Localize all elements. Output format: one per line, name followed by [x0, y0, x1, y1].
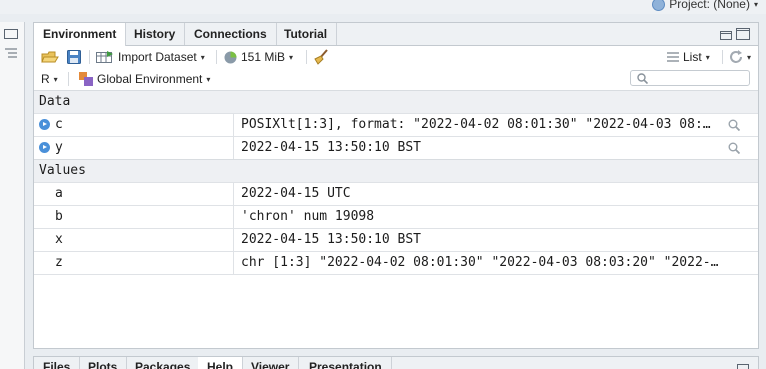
values-section-header: Values	[34, 159, 758, 182]
tab-environment[interactable]: Environment	[34, 23, 127, 46]
refresh-button[interactable]: ▾	[729, 46, 751, 68]
tab-packages[interactable]: Packages	[126, 357, 201, 369]
top-strip	[0, 0, 766, 14]
files-pane: Files Plots Packages Help Viewer Present…	[33, 356, 759, 369]
variable-value: 2022-04-15 13:50:10 BST	[241, 232, 422, 247]
variable-name: a	[55, 186, 63, 201]
environment-bar: R ▾ Global Environment ▾	[34, 68, 758, 90]
view-data-icon[interactable]	[728, 119, 740, 131]
variable-value: 2022-04-15 13:50:10 BST	[241, 140, 422, 155]
import-dataset-label: Import Dataset	[118, 50, 197, 64]
toolbar-divider	[89, 50, 90, 64]
project-icon	[652, 0, 666, 11]
memory-usage-button[interactable]: 151 MiB ▾	[224, 46, 293, 68]
chevron-down-icon: ▾	[53, 74, 58, 84]
table-row[interactable]: c POSIXlt[1:3], format: "2022-04-02 08:0…	[34, 113, 758, 136]
tab-connections[interactable]: Connections	[185, 23, 277, 45]
tab-plots[interactable]: Plots	[79, 357, 128, 369]
expand-arrow-icon[interactable]	[39, 142, 50, 153]
variable-value: 2022-04-15 UTC	[241, 186, 351, 201]
language-selector[interactable]: R ▾	[41, 68, 58, 90]
environment-selector[interactable]: Global Environment ▾	[79, 68, 210, 90]
variable-value: 'chron' num 19098	[241, 209, 375, 224]
variable-value: chr [1:3] "2022-04-02 08:01:30" "2022-04…	[241, 255, 719, 270]
tab-files[interactable]: Files	[34, 357, 81, 369]
project-label: Project: (None)	[669, 0, 750, 11]
minimize-pane-icon[interactable]	[737, 364, 749, 369]
expand-arrow-icon[interactable]	[39, 119, 50, 130]
toolbar-divider	[722, 50, 723, 64]
project-menu[interactable]: Project: (None) ▾	[652, 0, 758, 11]
memory-pie-icon	[224, 51, 237, 63]
search-icon	[637, 73, 648, 84]
variable-value: POSIXlt[1:3], format: "2022-04-02 08:01:…	[241, 117, 711, 132]
minimize-pane-icon[interactable]	[720, 31, 732, 40]
tab-tutorial[interactable]: Tutorial	[275, 23, 338, 45]
chevron-down-icon: ▾	[747, 52, 752, 62]
view-data-icon[interactable]	[728, 142, 740, 154]
toolbar-divider	[306, 50, 307, 64]
table-import-icon	[96, 51, 113, 63]
chevron-down-icon: ▾	[200, 52, 205, 62]
table-row[interactable]: x 2022-04-15 13:50:10 BST	[34, 228, 758, 251]
toolbar-divider	[216, 50, 217, 64]
broom-icon[interactable]	[313, 49, 329, 65]
environment-icon	[79, 72, 93, 86]
table-row[interactable]: z chr [1:3] "2022-04-02 08:01:30" "2022-…	[34, 251, 758, 275]
open-folder-icon[interactable]	[41, 50, 59, 64]
tab-viewer[interactable]: Viewer	[242, 357, 300, 369]
env-tabbar: Environment History Connections Tutorial	[34, 23, 758, 46]
save-icon[interactable]	[67, 50, 81, 64]
memory-usage-label: 151 MiB	[241, 50, 286, 64]
search-input[interactable]	[630, 70, 750, 86]
left-pane	[0, 22, 25, 369]
variable-name: x	[55, 232, 63, 247]
chevron-down-icon: ▾	[206, 74, 211, 84]
window-restore-icon[interactable]	[4, 29, 18, 39]
data-section-header: Data	[34, 90, 758, 113]
env-toolbar: Import Dataset ▾ 151 MiB ▾ List ▾ ▾	[34, 46, 758, 69]
variable-name: z	[55, 255, 63, 270]
chevron-down-icon: ▾	[705, 52, 710, 62]
tab-presentation[interactable]: Presentation	[300, 357, 392, 369]
variable-name: c	[55, 117, 63, 132]
import-dataset-button[interactable]: Import Dataset ▾	[96, 46, 205, 68]
tab-history[interactable]: History	[125, 23, 186, 45]
language-label: R	[41, 72, 50, 86]
envbar-divider	[68, 72, 69, 86]
tab-help[interactable]: Help	[198, 357, 244, 369]
maximize-pane-icon[interactable]	[736, 28, 750, 40]
view-mode-button[interactable]: List ▾	[667, 46, 710, 68]
chevron-down-icon: ▾	[753, 0, 758, 9]
table-row[interactable]: a 2022-04-15 UTC	[34, 182, 758, 205]
table-row[interactable]: y 2022-04-15 13:50:10 BST	[34, 136, 758, 159]
view-mode-label: List	[683, 50, 702, 64]
refresh-icon	[730, 50, 742, 63]
variable-name: b	[55, 209, 63, 224]
table-row[interactable]: b 'chron' num 19098	[34, 205, 758, 228]
variable-name: y	[55, 140, 63, 155]
list-icon	[667, 52, 679, 62]
environment-pane: Environment History Connections Tutorial…	[33, 22, 759, 349]
environment-table: Data c POSIXlt[1:3], format: "2022-04-02…	[34, 90, 758, 275]
chevron-down-icon: ▾	[289, 52, 294, 62]
environment-label: Global Environment	[97, 72, 203, 86]
outline-icon[interactable]	[5, 48, 17, 58]
